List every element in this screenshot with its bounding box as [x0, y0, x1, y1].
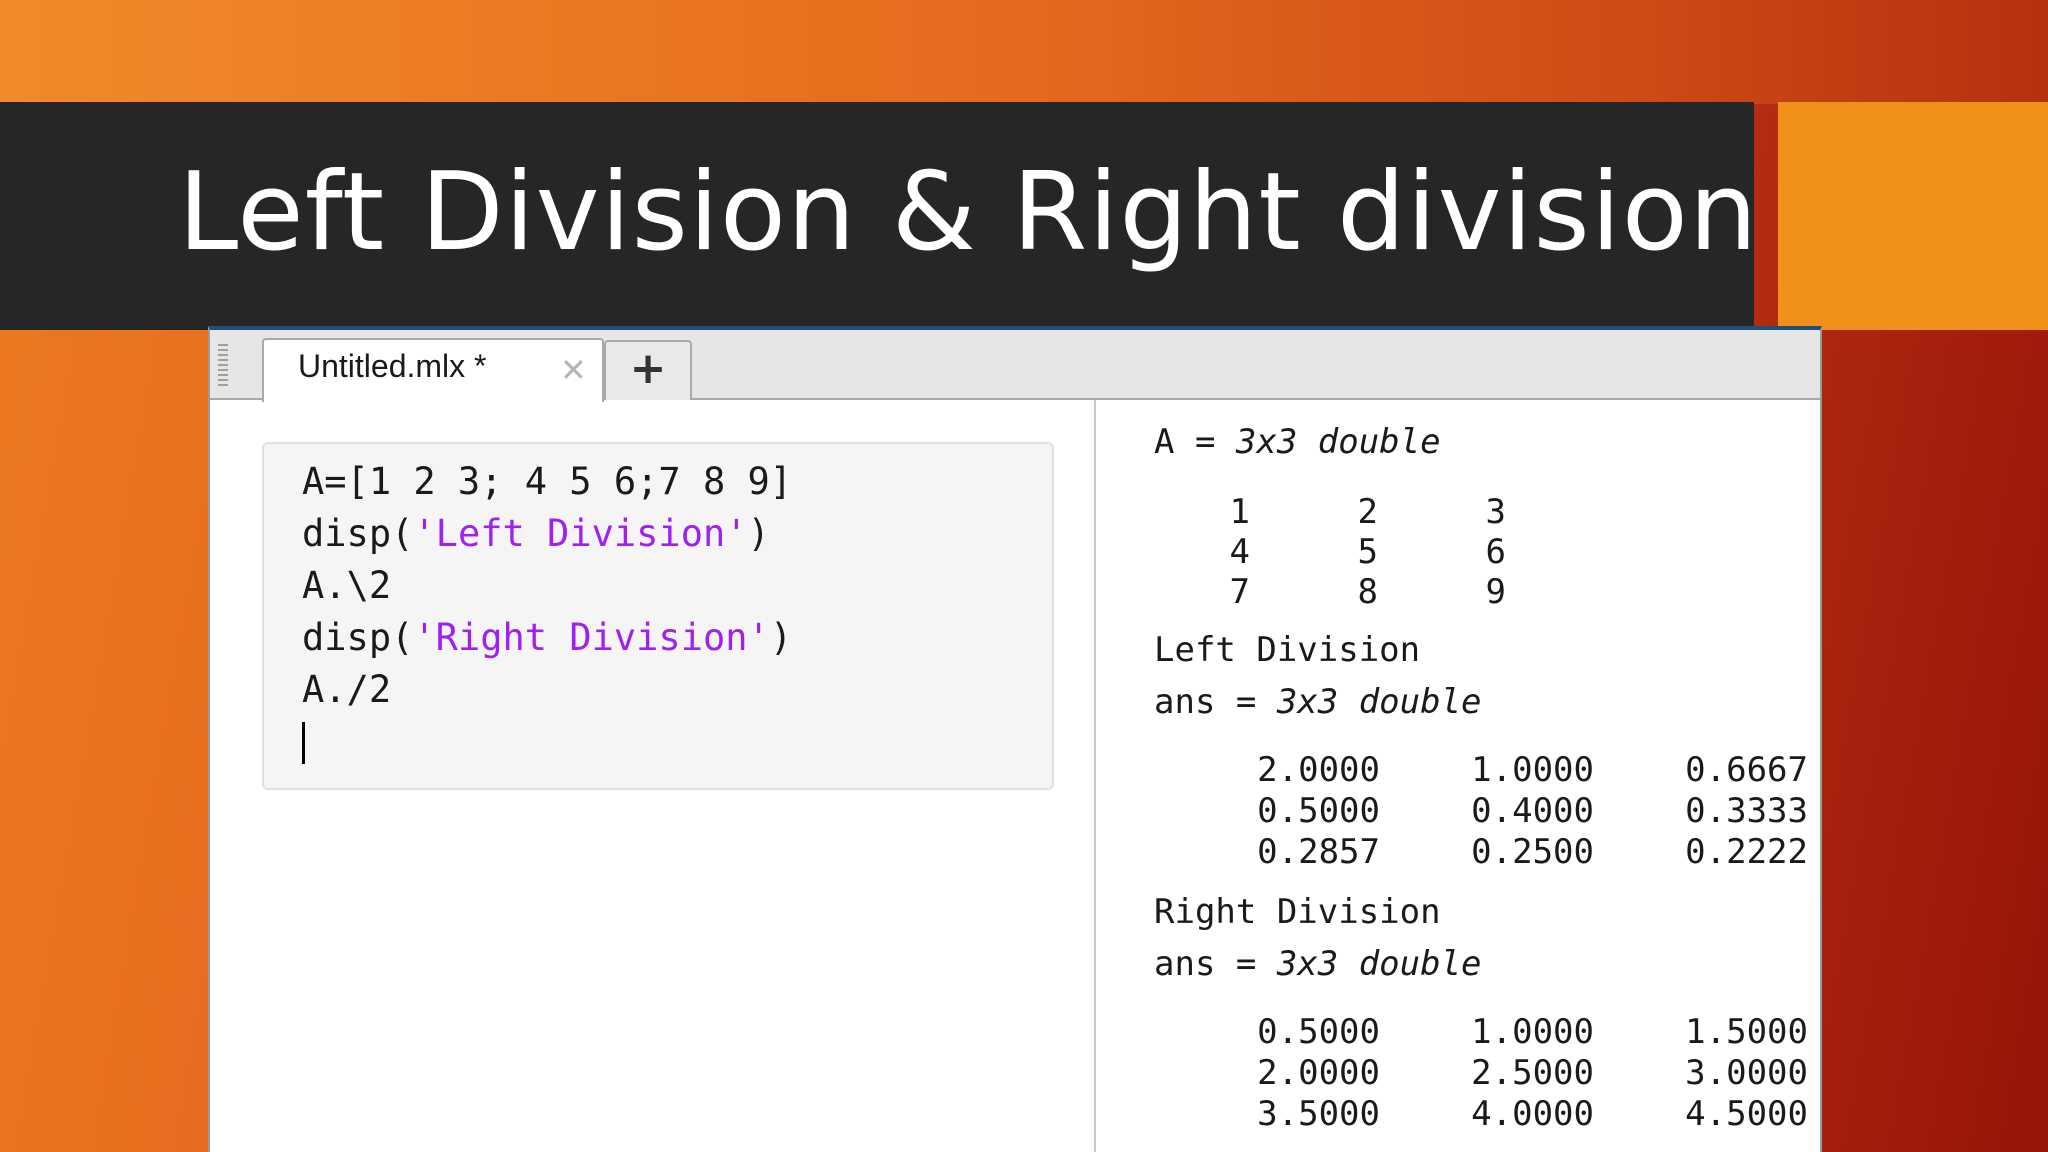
string-literal: 'Right Division' — [413, 616, 770, 659]
code-line[interactable]: disp('Right Division') — [302, 612, 792, 664]
matrix-cell: 0.6667 — [1685, 750, 1808, 790]
code-text: disp( — [302, 616, 414, 659]
drag-grip-icon[interactable] — [218, 344, 228, 386]
matrix-cell: 0.5000 — [1257, 1012, 1380, 1052]
new-tab-button[interactable]: + — [604, 340, 692, 400]
matrix-cell: 9 — [1485, 572, 1506, 612]
code-line[interactable]: A.\2 — [302, 560, 391, 612]
matrix-cell: 5 — [1357, 532, 1378, 572]
code-line[interactable]: A./2 — [302, 664, 391, 716]
matrix-cell: 2.0000 — [1257, 750, 1380, 790]
output-type: 3x3 double — [1276, 944, 1482, 984]
live-editor-window: Untitled.mlx * ✕ + A=[1 2 3; 4 5 6;7 8 9… — [208, 326, 1822, 1152]
matrix-cell: 3.5000 — [1257, 1094, 1380, 1134]
matrix-cell: 0.2857 — [1257, 832, 1380, 872]
matrix-cell: 1.0000 — [1471, 1012, 1594, 1052]
matrix-cell: 6 — [1485, 532, 1506, 572]
output-right-heading: Right Division — [1154, 892, 1441, 932]
pane-divider[interactable] — [1094, 400, 1096, 1152]
matrix-cell: 0.4000 — [1471, 791, 1594, 831]
code-text: disp( — [302, 512, 414, 555]
code-text: ) — [747, 512, 770, 555]
matrix-cell: 2.5000 — [1471, 1053, 1594, 1093]
code-editor[interactable]: A=[1 2 3; 4 5 6;7 8 9] disp('Left Divisi… — [262, 442, 1054, 790]
output-label: ans = — [1154, 682, 1277, 722]
code-line[interactable]: A=[1 2 3; 4 5 6;7 8 9] — [302, 456, 792, 508]
matrix-cell: 0.2222 — [1685, 832, 1808, 872]
code-line[interactable]: disp('Left Division') — [302, 508, 770, 560]
matrix-cell: 3.0000 — [1685, 1053, 1808, 1093]
matrix-cell: 8 — [1357, 572, 1378, 612]
slide-top-band — [0, 0, 2048, 104]
tab-label: Untitled.mlx * — [298, 348, 487, 384]
matrix-cell: 1.0000 — [1471, 750, 1594, 790]
output-a-header: A = 3x3 double — [1154, 422, 1441, 462]
matrix-cell: 4.0000 — [1471, 1094, 1594, 1134]
matrix-cell: 2.0000 — [1257, 1053, 1380, 1093]
output-label: A = — [1154, 422, 1236, 462]
text-cursor — [302, 722, 305, 764]
plus-icon: + — [629, 343, 667, 394]
code-text: A.\2 — [302, 564, 392, 607]
code-text: A./2 — [302, 668, 392, 711]
matrix-cell: 0.2500 — [1471, 832, 1594, 872]
matrix-cell: 0.5000 — [1257, 791, 1380, 831]
matrix-cell: 4.5000 — [1685, 1094, 1808, 1134]
output-right-ans-header: ans = 3x3 double — [1154, 944, 1482, 984]
string-literal: 'Left Division' — [413, 512, 748, 555]
matrix-cell: 2 — [1357, 492, 1378, 532]
accent-square — [1778, 102, 2048, 330]
matrix-cell: 4 — [1229, 532, 1250, 572]
matrix-cell: 1 — [1229, 492, 1250, 532]
slide-title: Left Division & Right division — [178, 150, 1759, 275]
tab-strip: Untitled.mlx * ✕ + — [210, 330, 1820, 402]
matrix-cell: 3 — [1485, 492, 1506, 532]
output-type: 3x3 double — [1235, 422, 1441, 462]
output-left-ans-header: ans = 3x3 double — [1154, 682, 1482, 722]
output-left-heading: Left Division — [1154, 630, 1421, 670]
close-icon[interactable]: ✕ — [560, 350, 587, 390]
output-label: ans = — [1154, 944, 1277, 984]
matrix-cell: 1.5000 — [1685, 1012, 1808, 1052]
tab-untitled-mlx[interactable]: Untitled.mlx * ✕ — [262, 338, 604, 402]
code-text: ) — [769, 616, 793, 659]
output-type: 3x3 double — [1276, 682, 1482, 722]
matrix-cell: 7 — [1229, 572, 1250, 612]
matrix-cell: 0.3333 — [1685, 791, 1808, 831]
code-text: A=[1 2 3; 4 5 6;7 8 9] — [302, 460, 793, 503]
